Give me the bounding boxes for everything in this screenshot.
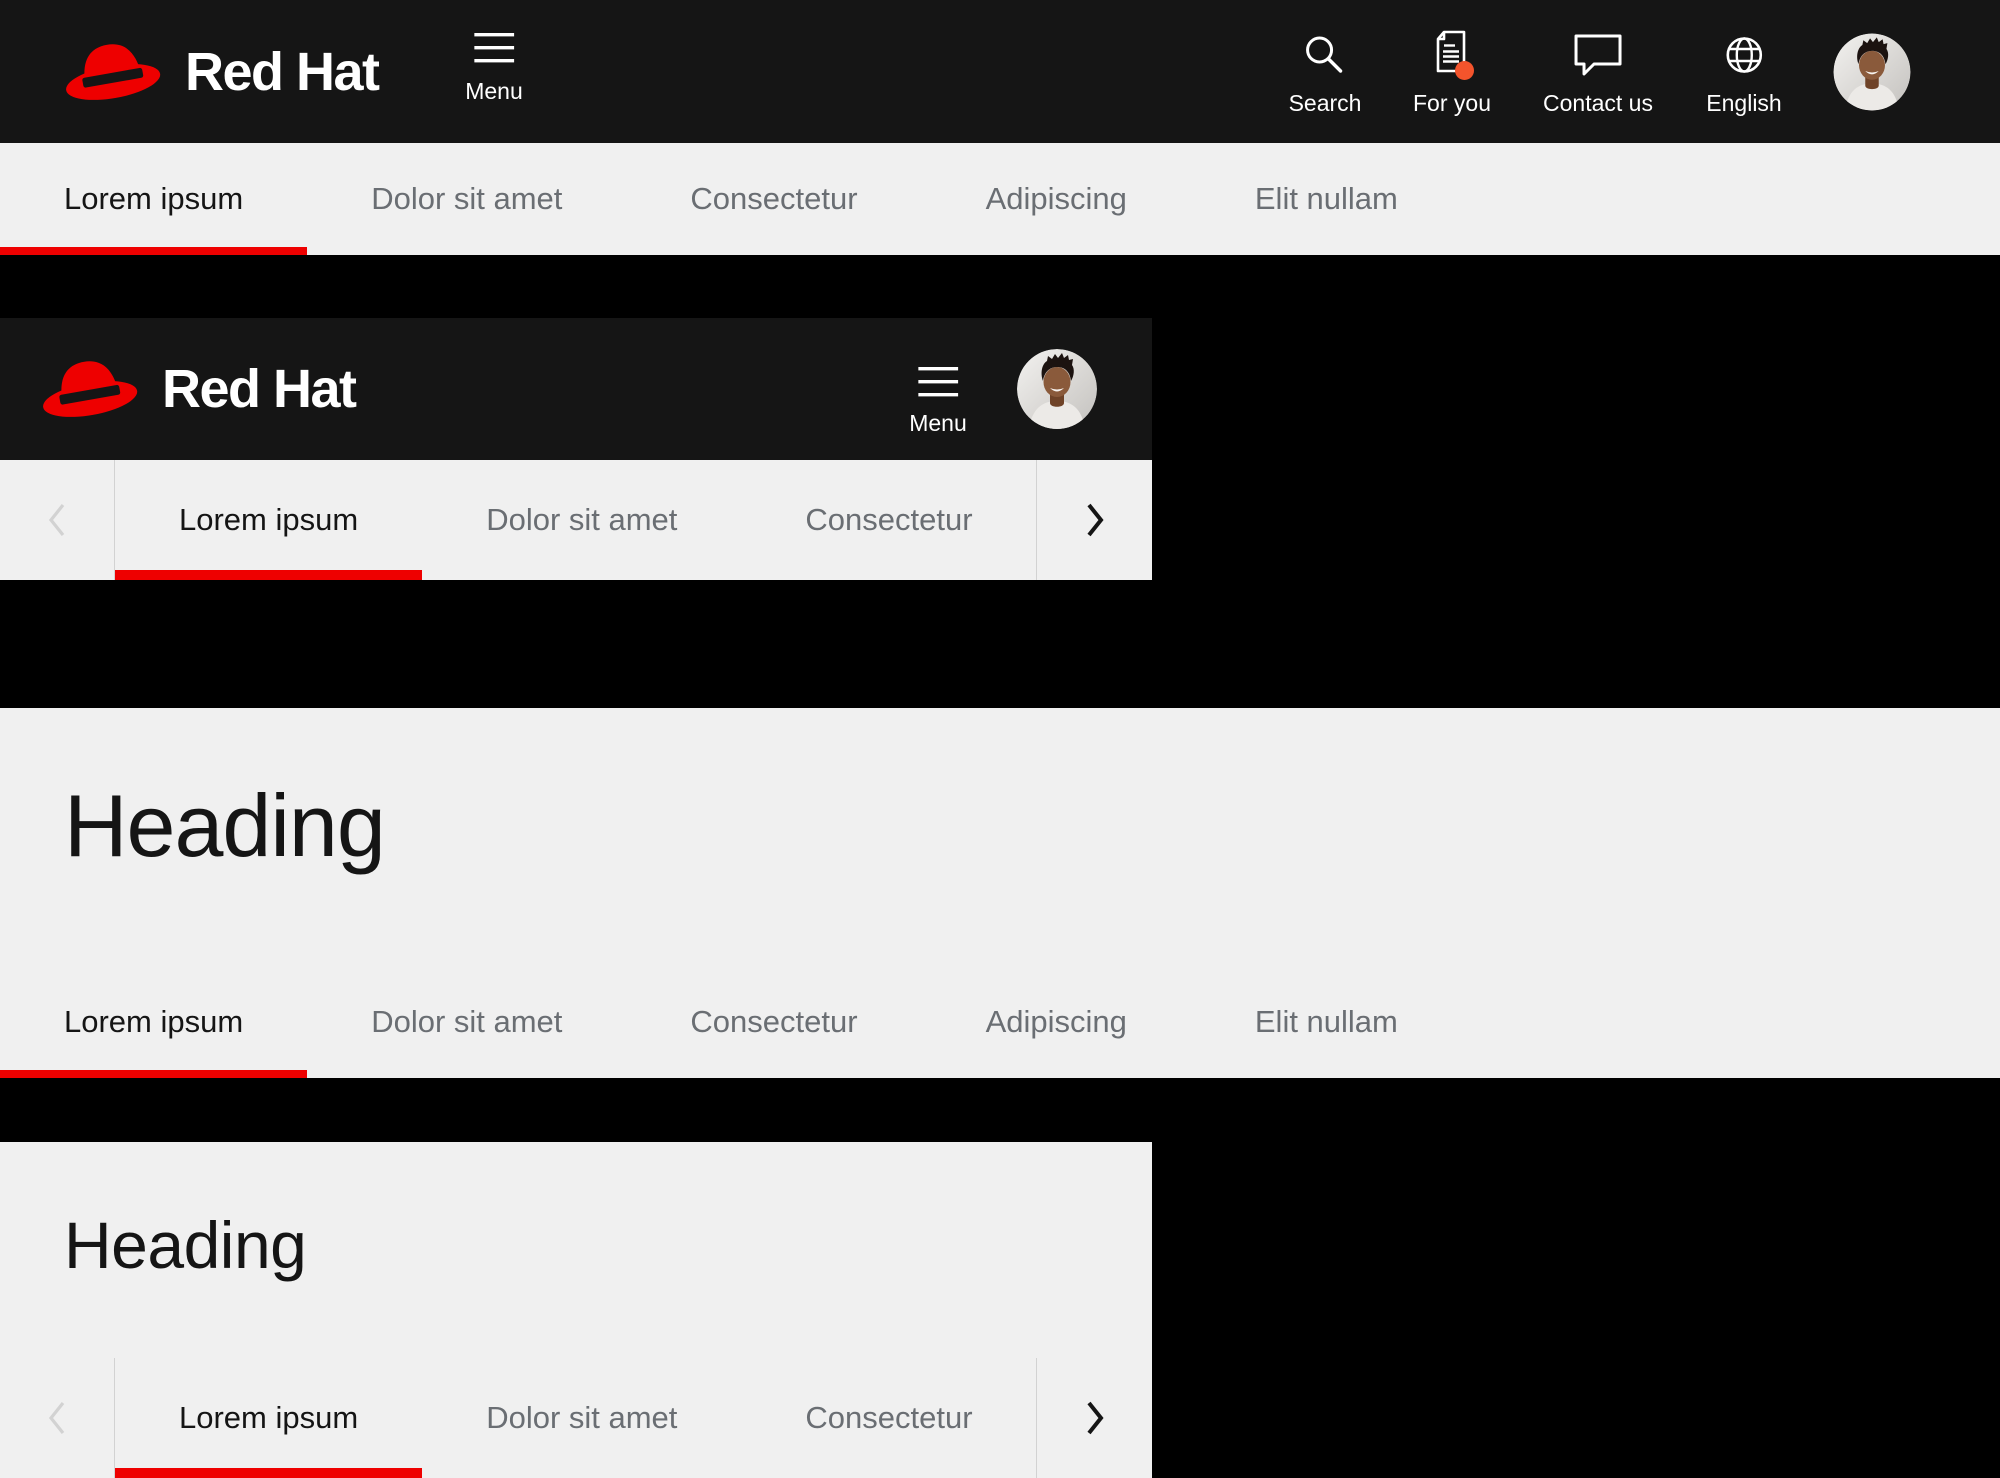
tab-label: Lorem ipsum xyxy=(64,181,244,216)
tab-label: Adipiscing xyxy=(985,1004,1127,1039)
menu-label: Menu xyxy=(465,78,523,104)
tab-dolor-sit-amet[interactable]: Dolor sit amet xyxy=(307,966,626,1078)
redhat-logo-text: Red Hat xyxy=(185,41,380,102)
page-heading-desktop: Heading xyxy=(64,776,386,875)
language-button[interactable]: English xyxy=(1706,30,1782,116)
desktop-tab-bar: Lorem ipsum Dolor sit amet Consectetur A… xyxy=(0,143,2000,255)
mobile-tab-dolor-sit-amet[interactable]: Dolor sit amet xyxy=(422,1358,741,1478)
tab-label: Adipiscing xyxy=(985,181,1127,216)
hamburger-icon xyxy=(473,32,514,64)
section-divider-band xyxy=(0,1078,2000,1142)
hamburger-icon xyxy=(917,366,958,398)
tab-consectetur[interactable]: Consectetur xyxy=(626,966,921,1078)
user-photo xyxy=(1017,349,1097,429)
tabs-scroll-right-button[interactable] xyxy=(1036,1358,1152,1478)
for-you-document-icon xyxy=(1428,30,1475,80)
desktop-heading-section: Heading Lorem ipsum Dolor sit amet Conse… xyxy=(0,708,2000,1078)
tab-label: Consectetur xyxy=(690,1004,858,1039)
redhat-logo-text: Red Hat xyxy=(162,359,357,419)
redhat-logo-link[interactable]: Red Hat xyxy=(63,35,380,109)
tab-consectetur[interactable]: Consectetur xyxy=(626,143,921,255)
globe-icon xyxy=(1724,30,1764,80)
active-tab-underline xyxy=(115,570,423,580)
tab-label: Elit nullam xyxy=(1254,181,1398,216)
language-label: English xyxy=(1706,90,1782,116)
for-you-label: For you xyxy=(1413,90,1491,116)
chevron-right-icon xyxy=(1086,1401,1104,1435)
speech-bubble-icon xyxy=(1573,30,1623,80)
search-icon xyxy=(1304,30,1346,80)
active-tab-underline xyxy=(0,1070,308,1078)
tab-label: Consectetur xyxy=(805,502,973,537)
tab-label: Consectetur xyxy=(690,181,858,216)
red-fedora-icon xyxy=(63,36,163,106)
tabs-scroll-left-button[interactable] xyxy=(0,1358,115,1478)
mobile-tab-consectetur[interactable]: Consectetur xyxy=(741,1358,1036,1478)
tab-lorem-ipsum[interactable]: Lorem ipsum xyxy=(0,966,308,1078)
mobile-tabs-viewport: Lorem ipsum Dolor sit amet Consectetur xyxy=(115,460,1036,580)
tab-label: Dolor sit amet xyxy=(486,1400,678,1435)
active-tab-underline xyxy=(0,247,308,255)
red-fedora-icon xyxy=(40,353,140,424)
tab-label: Lorem ipsum xyxy=(179,502,359,537)
mobile-tab-bar-secondary: Lorem ipsum Dolor sit amet Consectetur xyxy=(0,1358,1152,1478)
desktop-tab-bar-secondary: Lorem ipsum Dolor sit amet Consectetur A… xyxy=(0,966,2000,1078)
mobile-menu-button[interactable]: Menu xyxy=(909,366,967,435)
chevron-left-icon xyxy=(48,504,65,536)
tab-label: Dolor sit amet xyxy=(486,502,678,537)
mobile-tab-lorem-ipsum[interactable]: Lorem ipsum xyxy=(115,460,423,580)
tab-adipiscing[interactable]: Adipiscing xyxy=(922,143,1191,255)
chevron-left-icon xyxy=(48,1402,65,1434)
tab-dolor-sit-amet[interactable]: Dolor sit amet xyxy=(307,143,626,255)
tab-lorem-ipsum[interactable]: Lorem ipsum xyxy=(0,143,308,255)
notification-dot xyxy=(1455,61,1475,80)
desktop-masthead: Red Hat Menu Search For you Contact us E… xyxy=(0,0,2000,143)
tab-label: Lorem ipsum xyxy=(179,1400,359,1435)
menu-button[interactable]: Menu xyxy=(465,32,523,103)
tab-label: Elit nullam xyxy=(1254,1004,1398,1039)
active-tab-underline xyxy=(115,1468,423,1478)
contact-us-button[interactable]: Contact us xyxy=(1543,30,1653,115)
user-photo xyxy=(1834,33,1911,110)
mobile-preview-stage: Red Hat Menu Lorem ipsum Dolor sit amet … xyxy=(0,255,2000,708)
mobile-heading-stage: Heading Lorem ipsum Dolor sit amet Conse… xyxy=(0,1142,2000,1478)
tab-elit-nullam[interactable]: Elit nullam xyxy=(1191,143,1462,255)
mobile-tab-bar: Lorem ipsum Dolor sit amet Consectetur xyxy=(0,460,1152,580)
tab-label: Dolor sit amet xyxy=(371,1004,563,1039)
tab-label: Consectetur xyxy=(805,1400,973,1435)
user-avatar[interactable] xyxy=(1834,33,1911,110)
tab-label: Dolor sit amet xyxy=(371,181,563,216)
tab-adipiscing[interactable]: Adipiscing xyxy=(922,966,1191,1078)
redhat-logo-link-mobile[interactable]: Red Hat xyxy=(40,352,357,426)
mobile-tab-dolor-sit-amet[interactable]: Dolor sit amet xyxy=(422,460,741,580)
search-label: Search xyxy=(1288,90,1362,116)
tabs-scroll-right-button[interactable] xyxy=(1036,460,1152,580)
tab-label: Lorem ipsum xyxy=(64,1004,244,1039)
page-heading-mobile: Heading xyxy=(64,1208,307,1282)
design-spec-canvas: Red Hat Menu Search For you Contact us E… xyxy=(0,0,2000,1478)
mobile-heading-panel: Heading Lorem ipsum Dolor sit amet Conse… xyxy=(0,1142,1152,1478)
tabs-scroll-left-button[interactable] xyxy=(0,460,115,580)
contact-us-label: Contact us xyxy=(1543,90,1653,116)
tab-elit-nullam[interactable]: Elit nullam xyxy=(1191,966,1462,1078)
menu-label: Menu xyxy=(909,410,967,436)
mobile-tab-lorem-ipsum[interactable]: Lorem ipsum xyxy=(115,1358,423,1478)
mobile-tab-consectetur[interactable]: Consectetur xyxy=(741,460,1036,580)
search-button[interactable]: Search xyxy=(1288,30,1362,116)
mobile-masthead: Red Hat Menu xyxy=(0,318,1152,460)
mobile-user-avatar[interactable] xyxy=(1017,349,1097,429)
chevron-right-icon xyxy=(1086,503,1104,537)
mobile-tabs-viewport: Lorem ipsum Dolor sit amet Consectetur xyxy=(115,1358,1036,1478)
for-you-button[interactable]: For you xyxy=(1413,30,1491,115)
